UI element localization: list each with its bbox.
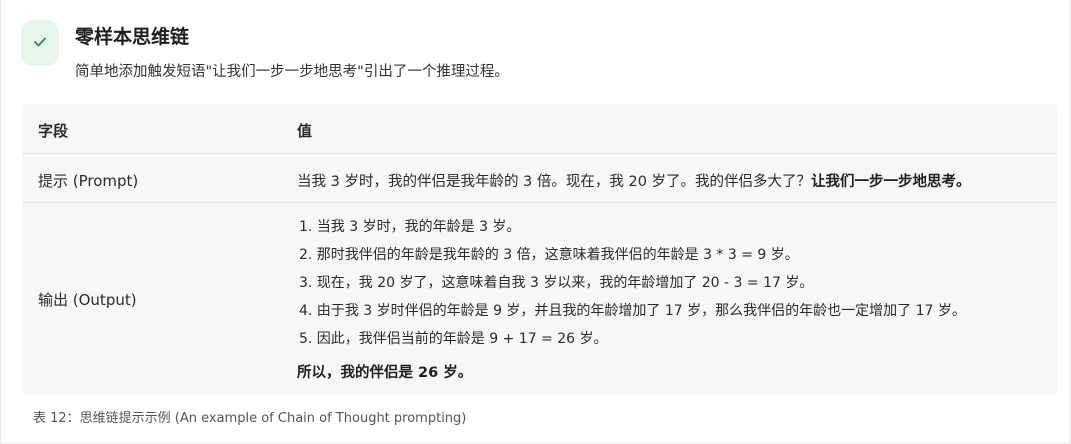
output-field-label: 输出 (Output) [38,291,137,309]
success-badge [21,20,59,66]
reasoning-step: 1. 当我 3 岁时，我的年龄是 3 岁。 [299,219,521,235]
prompt-field-label: 提示 (Prompt) [38,172,139,190]
check-icon [34,37,46,47]
column-header-field: 字段 [38,122,69,140]
column-header-value: 值 [297,122,313,140]
prompt-text: 当我 3 岁时，我的伴侣是我年龄的 3 倍。现在，我 20 岁了。我的伴侣多大了… [297,174,812,190]
reasoning-step: 5. 因此，我伴侣当前的年龄是 9 + 17 = 26 岁。 [299,331,608,347]
reasoning-steps: 1. 当我 3 岁时，我的年龄是 3 岁。 2. 那时我伴侣的年龄是我年龄的 3… [299,217,966,357]
output-conclusion: 所以，我的伴侣是 26 岁。 [297,365,473,381]
table-header-row: 字段 值 [22,104,1057,153]
section-title: 零样本思维链 [75,26,190,48]
reasoning-step: 3. 现在，我 20 岁了，这意味着自我 3 岁以来，我的年龄增加了 20 - … [299,275,814,291]
section-subtitle: 简单地添加触发短语"让我们一步一步地思考"引出了一个推理过程。 [75,64,509,80]
prompt-trigger-phrase: 让我们一步一步地思考。 [811,174,971,190]
table-row-output: 输出 (Output) 1. 当我 3 岁时，我的年龄是 3 岁。 2. 那时我… [22,202,1057,395]
section-header: 零样本思维链 简单地添加触发短语"让我们一步一步地思考"引出了一个推理过程。 [21,18,1050,88]
table-row-prompt: 提示 (Prompt) 当我 3 岁时，我的伴侣是我年龄的 3 倍。现在，我 2… [22,153,1057,202]
data-table: 字段 值 提示 (Prompt) 当我 3 岁时，我的伴侣是我年龄的 3 倍。现… [22,104,1057,395]
table-caption: 表 12：思维链提示示例 (An example of Chain of Tho… [33,411,467,426]
document-frame: 零样本思维链 简单地添加触发短语"让我们一步一步地思考"引出了一个推理过程。 字… [0,0,1071,444]
reasoning-step: 4. 由于我 3 岁时伴侣的年龄是 9 岁，并且我的年龄增加了 17 岁，那么我… [299,303,966,319]
reasoning-step: 2. 那时我伴侣的年龄是我年龄的 3 倍，这意味着我伴侣的年龄是 3 * 3 =… [299,247,799,263]
prompt-value: 当我 3 岁时，我的伴侣是我年龄的 3 倍。现在，我 20 岁了。我的伴侣多大了… [297,170,971,191]
